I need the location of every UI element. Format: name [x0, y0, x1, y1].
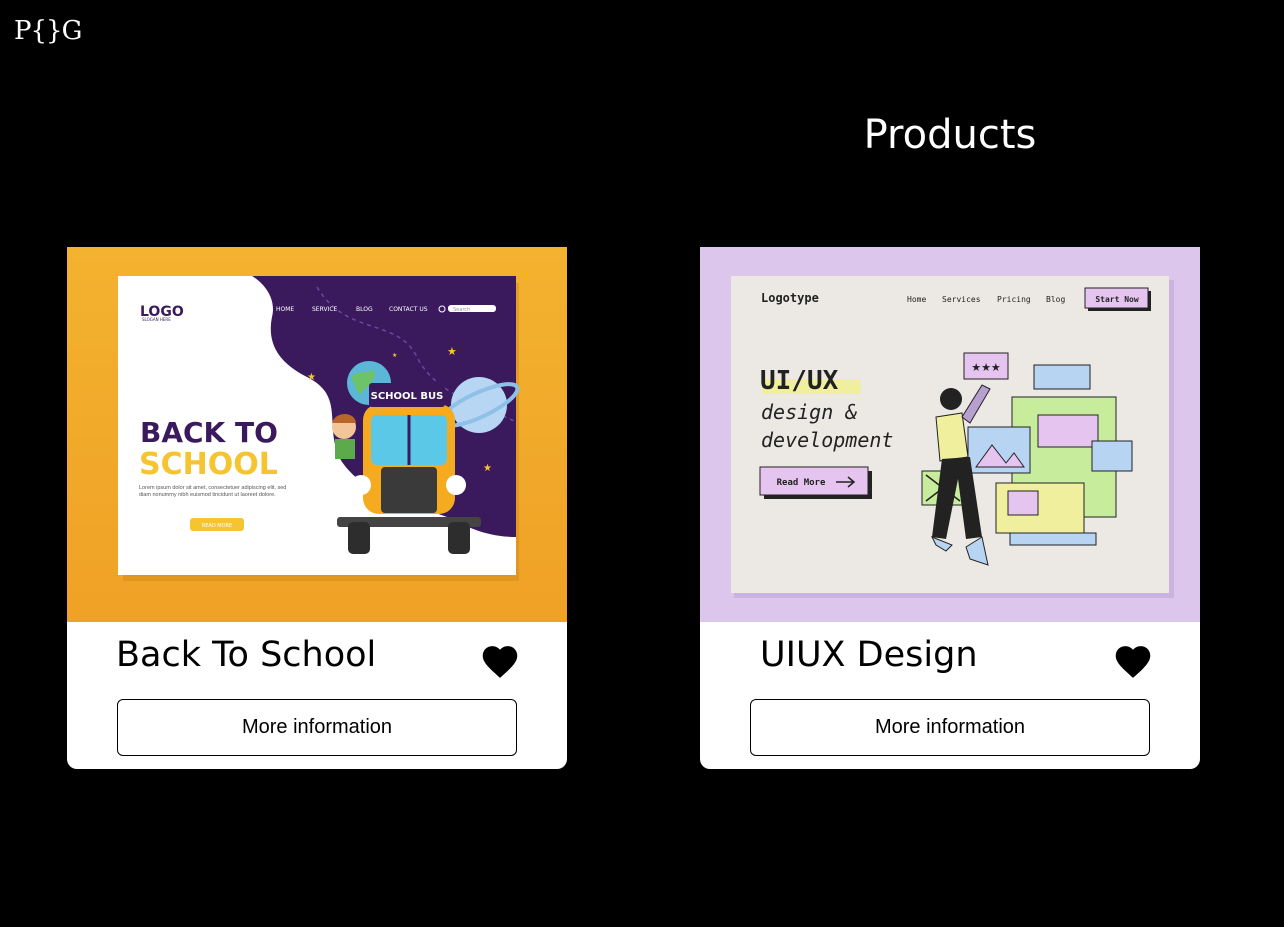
svg-text:HOME: HOME — [276, 306, 294, 313]
svg-text:Home: Home — [907, 295, 926, 304]
product-image-back-to-school: ★ ★ ★ ★ SCHOOL BUS LOGO SLOGAN HERE HOME… — [67, 247, 567, 622]
brand-logo[interactable]: P{}G — [14, 16, 82, 46]
svg-text:BLOG: BLOG — [356, 306, 373, 313]
svg-text:★: ★ — [483, 463, 492, 474]
svg-text:CONTACT US: CONTACT US — [389, 306, 428, 313]
svg-text:BACK TO: BACK TO — [140, 416, 278, 449]
svg-text:Blog: Blog — [1046, 295, 1065, 304]
product-card-uiux-design: Logotype Home Services Pricing Blog Star… — [700, 247, 1200, 769]
product-name: Back To School — [116, 635, 377, 675]
svg-text:Read More: Read More — [777, 478, 826, 488]
svg-text:Pricing: Pricing — [997, 295, 1031, 304]
more-information-button[interactable]: More information — [117, 699, 517, 756]
svg-text:Logotype: Logotype — [761, 291, 819, 305]
svg-text:★: ★ — [447, 346, 457, 358]
product-name: UIUX Design — [760, 635, 978, 675]
product-card-back-to-school: ★ ★ ★ ★ SCHOOL BUS LOGO SLOGAN HERE HOME… — [67, 247, 567, 769]
svg-text:★: ★ — [392, 352, 397, 359]
svg-text:READ MORE: READ MORE — [202, 523, 232, 529]
svg-text:Search: Search — [453, 307, 470, 313]
svg-text:SCHOOL: SCHOOL — [139, 447, 278, 482]
heart-icon[interactable] — [1112, 641, 1154, 679]
svg-text:Start Now: Start Now — [1095, 295, 1139, 304]
svg-text:design &: design & — [761, 400, 857, 424]
svg-text:SCHOOL BUS: SCHOOL BUS — [371, 391, 444, 402]
star-icon: ★ — [307, 372, 316, 383]
svg-text:★★★: ★★★ — [971, 362, 1001, 374]
svg-text:SERVICE: SERVICE — [312, 306, 338, 313]
more-information-button[interactable]: More information — [750, 699, 1150, 756]
product-image-uiux-design: Logotype Home Services Pricing Blog Star… — [700, 247, 1200, 622]
svg-text:development: development — [761, 428, 893, 452]
heart-icon[interactable] — [479, 641, 521, 679]
svg-text:UI/UX: UI/UX — [760, 366, 839, 396]
svg-text:SLOGAN HERE: SLOGAN HERE — [142, 317, 171, 322]
page-title: Products — [863, 112, 1037, 158]
svg-text:Services: Services — [942, 295, 981, 304]
